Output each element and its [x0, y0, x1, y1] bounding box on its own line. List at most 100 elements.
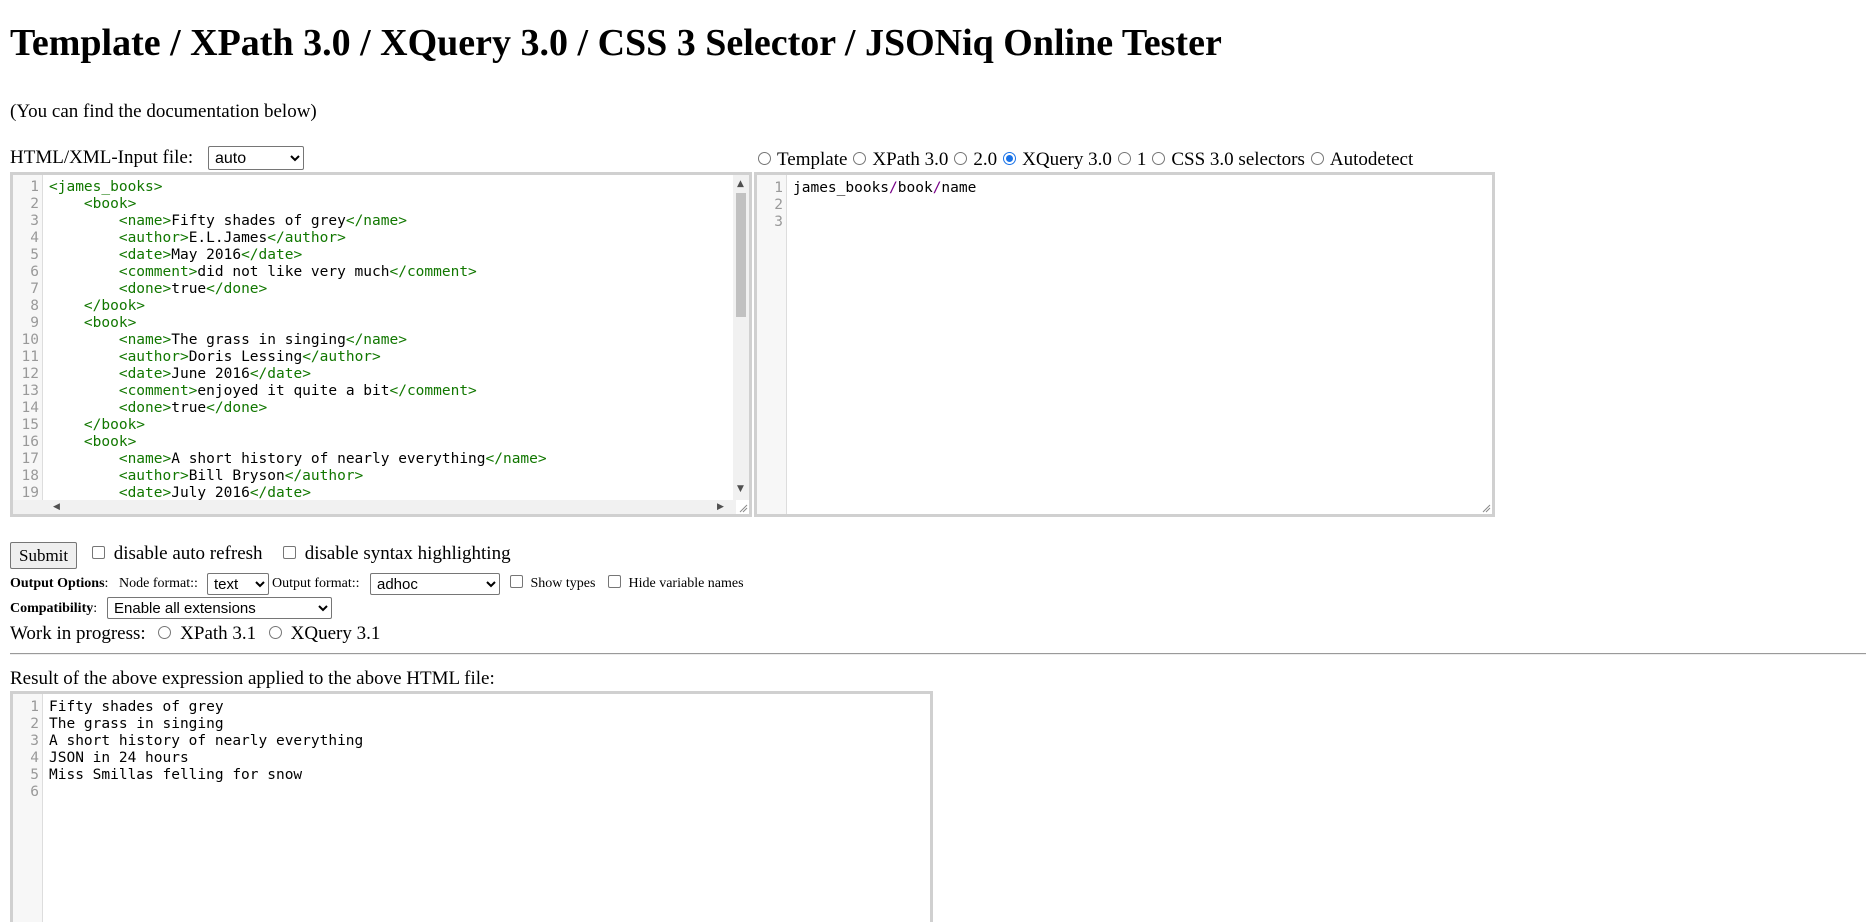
query-mode-radio[interactable] — [853, 152, 867, 166]
output-format-select[interactable]: adhoc — [370, 573, 500, 595]
node-format-label: Node format:: — [119, 576, 198, 591]
query-mode-label: Template — [777, 149, 848, 170]
disable-auto-refresh-label: disable auto refresh — [113, 543, 263, 564]
input-editor[interactable]: 1 <james_books> 2 <book> 3 <name>Fifty shad… — [10, 172, 752, 517]
input-line-text: <date>June 2016</date> — [118, 366, 311, 382]
compatibility-select[interactable]: Enable all extensions — [107, 597, 332, 619]
scroll-down-icon[interactable]: ▼ — [737, 484, 744, 494]
input-line-text: <name>Fifty shades of grey</name> — [118, 213, 407, 229]
line-number: 5 — [30, 247, 39, 263]
resize-handle-icon[interactable] — [738, 503, 748, 513]
output-options-colon: : — [104, 576, 109, 591]
input-line-text: <author>Doris Lessing</author> — [118, 349, 381, 365]
line-number: 7 — [30, 281, 39, 297]
line-number: 1 — [30, 699, 39, 715]
input-line-text: <author>Bill Bryson</author> — [118, 468, 364, 484]
line-number: 5 — [30, 767, 39, 783]
query-mode-radio[interactable] — [1117, 152, 1131, 166]
xquery-31-radio[interactable] — [268, 626, 282, 640]
disable-syntax-highlighting-option[interactable]: disable syntax highlighting — [283, 543, 511, 565]
line-number: 10 — [21, 332, 39, 348]
query-mode-radio[interactable] — [1152, 152, 1166, 166]
query-mode-label: XQuery 3.0 — [1022, 149, 1112, 170]
input-line-text: <author>E.L.James</author> — [118, 230, 346, 246]
line-number: 13 — [21, 383, 39, 399]
line-number: 4 — [30, 750, 39, 766]
line-number: 2 — [30, 196, 39, 212]
line-number: 8 — [30, 298, 39, 314]
documentation-note: (You can find the documentation below) — [10, 101, 317, 122]
result-line-text: A short history of nearly everything — [49, 733, 364, 749]
xquery-31-label: XQuery 3.1 — [290, 623, 381, 644]
input-vertical-scrollbar[interactable]: ▲ ▼ — [733, 175, 749, 500]
query-editor-content[interactable]: 1 james_books/book/name 2 3 — [757, 180, 1492, 500]
scroll-right-icon[interactable]: ▶ — [717, 502, 724, 512]
input-line-text: <book> — [83, 196, 137, 212]
query-mode-label: XPath 3.0 — [872, 149, 949, 170]
line-number: 16 — [21, 434, 39, 450]
result-editor[interactable]: 1 Fifty shades of grey 2 The grass in singi… — [10, 691, 933, 922]
line-number: 4 — [30, 230, 39, 246]
disable-syntax-highlighting-checkbox[interactable] — [283, 546, 296, 560]
hide-variable-names-checkbox[interactable] — [608, 575, 621, 589]
disable-auto-refresh-checkbox[interactable] — [92, 546, 105, 560]
query-editor[interactable]: 1 james_books/book/name 2 3 — [754, 172, 1495, 517]
compatibility-colon: : — [93, 601, 98, 616]
line-number: 9 — [30, 315, 39, 331]
page: Template / XPath 3.0 / XQuery 3.0 / CSS … — [0, 0, 1866, 922]
input-line-text: <date>May 2016</date> — [118, 247, 303, 263]
show-types-option[interactable]: Show types — [510, 575, 595, 593]
result-line-text: JSON in 24 hours — [49, 750, 189, 766]
input-line-text: <done>true</done> — [118, 400, 268, 416]
work-in-progress-row: Work in progress: XPath 3.1 XQuery 3.1 — [10, 623, 380, 645]
query-mode-label: 2.0 — [973, 149, 998, 170]
query-mode-radio[interactable] — [954, 152, 968, 166]
line-number: 2 — [774, 197, 783, 213]
line-number: 3 — [30, 213, 39, 229]
hide-variable-names-option[interactable]: Hide variable names — [608, 575, 744, 593]
input-vertical-scroll-thumb[interactable] — [736, 193, 746, 317]
query-mode-label: Autodetect — [1329, 149, 1414, 170]
input-editor-content[interactable]: 1 <james_books> 2 <book> 3 <name>Fifty shad… — [13, 179, 733, 500]
show-types-checkbox[interactable] — [510, 575, 523, 589]
result-line-text: The grass in singing — [49, 716, 224, 732]
input-line-text: <name>The grass in singing</name> — [118, 332, 407, 348]
input-line-text: <done>true</done> — [118, 281, 268, 297]
line-number: 12 — [21, 366, 39, 382]
query-mode-label: CSS 3.0 selectors — [1171, 149, 1305, 170]
compatibility-heading: Compatibility — [10, 601, 94, 616]
output-format-label: Output format:: — [272, 576, 360, 591]
resize-handle-icon[interactable] — [1481, 503, 1491, 513]
line-number: 19 — [21, 485, 39, 500]
input-line-text: <book> — [83, 315, 137, 331]
line-number: 11 — [21, 349, 39, 365]
line-number: 2 — [30, 716, 39, 732]
disable-auto-refresh-option[interactable]: disable auto refresh — [92, 543, 263, 565]
submit-button[interactable]: Submit — [10, 542, 78, 569]
result-editor-content[interactable]: 1 Fifty shades of grey 2 The grass in singi… — [13, 699, 930, 922]
query-mode-radio[interactable] — [758, 152, 771, 166]
show-types-label: Show types — [530, 576, 596, 591]
node-format-select[interactable]: text — [207, 573, 269, 595]
input-line-text: </book> — [83, 417, 146, 433]
query-mode-radio[interactable] — [1310, 152, 1324, 166]
line-number: 1 — [774, 180, 783, 196]
query-mode-radio[interactable] — [1003, 152, 1017, 166]
scroll-up-icon[interactable]: ▲ — [737, 179, 744, 189]
hide-variable-names-label: Hide variable names — [628, 576, 744, 591]
line-number: 3 — [30, 733, 39, 749]
result-line-text: Fifty shades of grey — [49, 699, 224, 715]
work-in-progress-label: Work in progress: — [10, 623, 146, 644]
disable-syntax-highlighting-label: disable syntax highlighting — [304, 543, 511, 564]
input-line-text: </book> — [83, 298, 146, 314]
query-line-text: james_books/book/name — [793, 180, 977, 196]
result-line-text: Miss Smillas felling for snow — [49, 767, 303, 783]
xpath-31-radio[interactable] — [158, 626, 172, 640]
input-line-text: <book> — [83, 434, 137, 450]
scroll-left-icon[interactable]: ◀ — [53, 502, 60, 512]
line-number: 1 — [30, 179, 39, 195]
input-line-text: <name>A short history of nearly everythi… — [118, 451, 547, 467]
input-format-select[interactable]: auto — [208, 146, 304, 170]
input-horizontal-scrollbar[interactable]: ◀ ▶ — [13, 500, 736, 514]
line-number: 14 — [21, 400, 39, 416]
